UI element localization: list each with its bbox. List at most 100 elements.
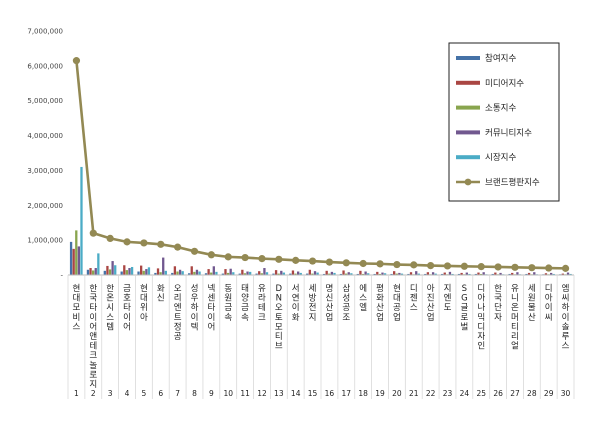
line-point bbox=[106, 234, 114, 242]
rank-number: 21 bbox=[409, 389, 419, 398]
rank-number: 4 bbox=[125, 389, 130, 398]
y-tick-label: 1,000,000 bbox=[27, 237, 63, 245]
legend-swatch bbox=[456, 80, 480, 85]
bar bbox=[181, 271, 184, 275]
bar bbox=[140, 265, 143, 275]
legend-label: 시장지수 bbox=[485, 152, 516, 163]
bar bbox=[258, 271, 261, 275]
bar bbox=[212, 266, 215, 275]
line-point bbox=[427, 261, 435, 270]
category-label: 서연이화 bbox=[292, 284, 300, 323]
category-label: 현대공업 bbox=[393, 284, 401, 323]
rank-number: 3 bbox=[108, 389, 113, 398]
rank-number: 23 bbox=[443, 389, 453, 398]
category-label: 넥센타이어 bbox=[207, 283, 215, 332]
bar bbox=[393, 271, 396, 275]
line-point bbox=[207, 251, 215, 259]
bar bbox=[111, 261, 114, 275]
rank-number: 26 bbox=[493, 389, 503, 398]
bar bbox=[291, 270, 295, 275]
category-label: 명신산업 bbox=[326, 283, 334, 323]
category-label: 현대모비스 bbox=[73, 284, 81, 332]
rank-number: 7 bbox=[175, 389, 180, 398]
bar bbox=[120, 271, 123, 275]
bar bbox=[125, 270, 129, 275]
line-point bbox=[258, 255, 266, 263]
line-point bbox=[140, 239, 148, 247]
bar bbox=[364, 271, 367, 275]
legend-swatch bbox=[456, 130, 480, 135]
y-tick-label: 5,000,000 bbox=[27, 97, 63, 105]
category-label: 삼성공조 bbox=[342, 283, 350, 323]
line-point bbox=[292, 256, 300, 264]
rank-number: 11 bbox=[240, 389, 250, 398]
brand-reputation-chart: - 1,000,000 2,000,000 3,000,000 4,000,000 5,0… bbox=[27, 28, 575, 399]
rank-number: 12 bbox=[257, 389, 267, 398]
bar bbox=[130, 266, 134, 275]
rank-number: 9 bbox=[209, 389, 214, 398]
line-point bbox=[72, 57, 81, 65]
bar bbox=[190, 266, 193, 275]
bar bbox=[178, 269, 182, 275]
category-label: 지엔도 bbox=[444, 284, 452, 313]
category-label: 아진산업 bbox=[427, 283, 435, 323]
category-label: 세원물산 bbox=[528, 284, 536, 323]
bar bbox=[97, 253, 100, 275]
bar bbox=[69, 241, 73, 275]
bar bbox=[308, 269, 311, 275]
category-label: 성우하이텍 bbox=[191, 284, 199, 332]
bar bbox=[359, 270, 362, 275]
category-label: 평화산업 bbox=[376, 283, 384, 323]
rank-number: 15 bbox=[308, 389, 318, 398]
rank-number: 29 bbox=[544, 389, 554, 398]
rank-number: 30 bbox=[561, 389, 571, 398]
rank-number: 20 bbox=[392, 389, 402, 398]
bar bbox=[241, 269, 244, 275]
line-point bbox=[528, 264, 536, 272]
rank-number: 10 bbox=[223, 389, 233, 398]
category-label: 유니온머티리얼 bbox=[511, 284, 519, 352]
line-point bbox=[393, 260, 401, 269]
bar bbox=[173, 266, 177, 275]
line-point bbox=[477, 263, 485, 271]
y-tick-label: 4,000,000 bbox=[27, 132, 63, 140]
rank-number: 5 bbox=[142, 389, 147, 398]
rank-number: 16 bbox=[325, 389, 335, 398]
bar bbox=[176, 271, 179, 275]
line-point bbox=[545, 264, 553, 272]
bar bbox=[86, 269, 90, 275]
bar bbox=[313, 271, 317, 275]
category-label: 세방전지 bbox=[309, 284, 317, 323]
rank-number: 18 bbox=[358, 389, 368, 398]
line-point bbox=[241, 253, 249, 262]
category-label: 에스엘 bbox=[359, 284, 367, 313]
legend-swatch bbox=[456, 56, 480, 60]
bar bbox=[162, 257, 165, 275]
rank-number: 22 bbox=[426, 389, 436, 398]
bar bbox=[229, 268, 232, 275]
rank-number: 28 bbox=[527, 389, 537, 398]
bar bbox=[123, 265, 126, 275]
bar bbox=[128, 268, 131, 275]
bar bbox=[106, 265, 109, 275]
bar bbox=[325, 270, 328, 275]
category-label: 한온시스템 bbox=[106, 284, 114, 332]
line-point bbox=[511, 263, 519, 271]
category-label: 엠씨하이솔루스 bbox=[562, 283, 570, 352]
y-axis: - 1,000,000 2,000,000 3,000,000 4,000,000 5,0… bbox=[27, 28, 63, 280]
bar bbox=[280, 270, 283, 275]
legend-swatch bbox=[456, 155, 480, 160]
legend: 참여지수미디어지수소통지수커뮤니티지수시장지수브랜드평판지수 bbox=[448, 42, 560, 202]
bar bbox=[114, 265, 117, 275]
category-label: 화신 bbox=[157, 284, 165, 304]
rank-number: 6 bbox=[158, 389, 163, 398]
line-point bbox=[325, 258, 334, 266]
bar bbox=[94, 268, 97, 275]
category-label: 오리엔트정공 bbox=[174, 284, 182, 342]
line-point bbox=[342, 259, 350, 267]
line-point bbox=[174, 243, 182, 251]
rank-number: 2 bbox=[91, 389, 96, 398]
category-label: 금호타이어 bbox=[123, 284, 131, 332]
bar bbox=[224, 269, 227, 275]
category-label: 태양금속 bbox=[241, 284, 249, 323]
